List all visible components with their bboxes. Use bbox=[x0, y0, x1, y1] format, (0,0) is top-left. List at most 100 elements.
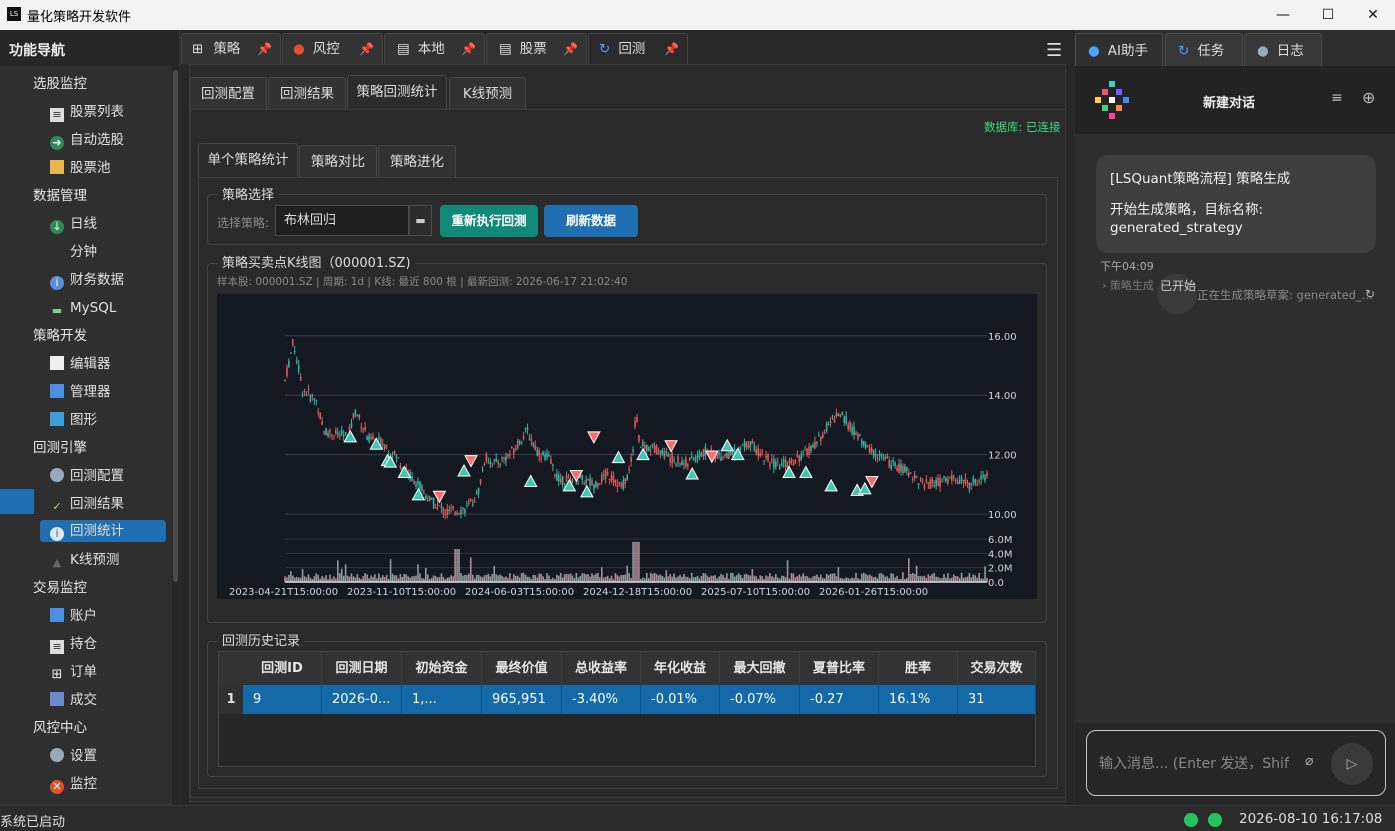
tab-single-strategy[interactable]: 单个策略统计 bbox=[198, 143, 298, 177]
volume-bar bbox=[720, 573, 722, 582]
chat-input[interactable]: 输入消息... (Enter 发送，Shift+Enter 换行) ⌀ ▷ bbox=[1086, 730, 1386, 796]
strategy-combo-dropdown[interactable]: ▬ bbox=[409, 205, 432, 236]
nav-group-backtest-engine[interactable]: 回测引擎 bbox=[33, 437, 87, 459]
tab-stocks[interactable]: ▤ 股票 📌 bbox=[486, 33, 587, 64]
tab-backtest-results[interactable]: 回测结果 bbox=[268, 77, 346, 109]
nav-item-manager[interactable]: 管理器 bbox=[50, 381, 111, 403]
tab-kline-forecast[interactable]: K线预测 bbox=[449, 77, 526, 109]
nav-item-kline-forecast[interactable]: ▲ K线预测 bbox=[50, 549, 120, 571]
nav-group-strategy-dev[interactable]: 策略开发 bbox=[33, 325, 87, 347]
new-chat-icon[interactable]: ⊕ bbox=[1362, 88, 1375, 107]
col-header[interactable]: 回测ID bbox=[243, 652, 322, 685]
nav-scrollbar-thumb[interactable] bbox=[173, 70, 178, 582]
refresh-data-button[interactable]: 刷新数据 bbox=[544, 205, 638, 237]
nav-item-positions[interactable]: ≡ 持仓 bbox=[50, 633, 97, 655]
candle-body bbox=[552, 464, 554, 467]
pin-icon[interactable]: 📌 bbox=[359, 34, 374, 64]
nav-item-account[interactable]: 账户 bbox=[50, 605, 97, 627]
tab-log[interactable]: ● 日志 bbox=[1244, 33, 1322, 67]
table-cell[interactable]: 31 bbox=[958, 685, 1036, 714]
table-cell[interactable]: -0.27 bbox=[800, 685, 879, 714]
nav-item-orders[interactable]: ⊞ 订单 bbox=[50, 661, 97, 683]
col-header[interactable]: 夏普比率 bbox=[800, 652, 879, 685]
volume-bar bbox=[338, 573, 341, 582]
pin-icon[interactable]: 📌 bbox=[664, 34, 679, 64]
candle-body bbox=[841, 411, 844, 416]
strategy-combo[interactable]: 布林回归 bbox=[275, 205, 409, 236]
table-cell[interactable]: 2026-0... bbox=[322, 685, 402, 714]
send-button[interactable]: ▷ bbox=[1331, 743, 1373, 785]
table-cell[interactable]: 965,951 bbox=[482, 685, 562, 714]
table-cell[interactable]: -0.01% bbox=[641, 685, 720, 714]
tab-local[interactable]: ▤ 本地 📌 bbox=[384, 33, 485, 64]
col-header[interactable]: 最终价值 bbox=[482, 652, 562, 685]
col-header[interactable]: 年化收益 bbox=[641, 652, 720, 685]
candle-body bbox=[413, 480, 415, 485]
nav-item-risk-monitor[interactable]: ✕ 监控 bbox=[50, 773, 97, 795]
col-header[interactable]: 总收益率 bbox=[562, 652, 641, 685]
assistant-message: [LSQuant策略流程] 策略生成 开始生成策略，目标名称: generate… bbox=[1096, 155, 1376, 253]
nav-item-backtest-results[interactable]: ✓ 回测结果 bbox=[50, 493, 124, 515]
col-header[interactable]: 回测日期 bbox=[322, 652, 402, 685]
kline-chart[interactable]: 16.00 14.00 12.00 10.00 6.0M 4.0M 2.0M 0.0 2023-… bbox=[217, 294, 1037, 599]
candle-body bbox=[765, 455, 767, 458]
tab-tasks[interactable]: ↻ 任务 bbox=[1165, 33, 1243, 67]
close-button[interactable]: ✕ bbox=[1350, 0, 1395, 30]
candle-body bbox=[626, 474, 629, 481]
attach-icon[interactable]: ⌀ bbox=[1305, 753, 1313, 769]
pin-icon[interactable]: 📌 bbox=[563, 34, 578, 64]
table-cell[interactable]: 16.1% bbox=[879, 685, 958, 714]
nav-item-minute[interactable]: 分钟 bbox=[50, 241, 97, 263]
nav-item-backtest-config[interactable]: 回测配置 bbox=[50, 465, 124, 487]
volume-bar bbox=[956, 576, 959, 582]
nav-item-graphics[interactable]: 图形 bbox=[50, 409, 97, 431]
tab-strategy-evolution[interactable]: 策略进化 bbox=[378, 145, 456, 177]
nav-group-risk-center[interactable]: 风控中心 bbox=[33, 717, 87, 739]
nav-group-trade-monitor[interactable]: 交易监控 bbox=[33, 577, 87, 599]
tab-strategy-compare[interactable]: 策略对比 bbox=[299, 145, 377, 177]
row-header[interactable]: 1 bbox=[219, 685, 243, 714]
nav-item-auto-select[interactable]: ➜ 自动选股 bbox=[50, 129, 124, 151]
nav-item-financial[interactable]: i 财务数据 bbox=[50, 269, 124, 291]
pin-icon[interactable]: 📌 bbox=[257, 34, 272, 64]
nav-item-editor[interactable]: 编辑器 bbox=[50, 353, 111, 375]
col-header[interactable]: 交易次数 bbox=[958, 652, 1036, 685]
col-header[interactable]: 胜率 bbox=[879, 652, 958, 685]
table-cell[interactable]: -0.07% bbox=[720, 685, 800, 714]
col-header[interactable]: 初始资金 bbox=[402, 652, 482, 685]
col-header[interactable]: 最大回撤 bbox=[720, 652, 800, 685]
maximize-button[interactable]: ☐ bbox=[1305, 0, 1351, 30]
tab-backtest-config[interactable]: 回测配置 bbox=[189, 77, 267, 109]
minimize-button[interactable]: — bbox=[1260, 0, 1306, 30]
table-cell[interactable]: 9 bbox=[243, 685, 322, 714]
tab-risk[interactable]: ● 风控 📌 bbox=[282, 33, 383, 64]
history-list-icon[interactable]: ≡ bbox=[1331, 90, 1343, 106]
nav-group-data-management[interactable]: 数据管理 bbox=[33, 185, 87, 207]
table-cell[interactable]: 1,... bbox=[402, 685, 482, 714]
volume-bar bbox=[466, 574, 468, 582]
nav-item-fills[interactable]: 成交 bbox=[50, 689, 97, 711]
volume-bar bbox=[585, 574, 587, 582]
nav-group-stock-monitor[interactable]: 选股监控 bbox=[33, 73, 87, 95]
pin-icon[interactable]: 📌 bbox=[461, 34, 476, 64]
rerun-backtest-button[interactable]: 重新执行回测 bbox=[440, 205, 538, 237]
nav-item-risk-settings[interactable]: 设置 bbox=[50, 745, 97, 767]
volume-bar bbox=[292, 575, 294, 582]
menu-icon[interactable]: ☰ bbox=[1046, 40, 1062, 61]
nav-item-stock-list[interactable]: ≡ 股票列表 bbox=[50, 101, 124, 123]
step-label[interactable]: › 策略生成 bbox=[1102, 277, 1154, 293]
table-cell[interactable]: -3.40% bbox=[562, 685, 641, 714]
tab-strategy[interactable]: ⊞ 策略 📌 bbox=[181, 33, 281, 64]
nav-item-daily[interactable]: ↓ 日线 bbox=[50, 213, 97, 235]
candle-body bbox=[575, 482, 578, 484]
candle-body bbox=[389, 454, 392, 456]
nav-item-backtest-stats[interactable]: i 回测统计 bbox=[40, 520, 166, 542]
candle-body bbox=[610, 474, 613, 481]
tab-strategy-stats[interactable]: 策略回测统计 bbox=[347, 75, 447, 109]
nav-item-stock-pool[interactable]: 股票池 bbox=[50, 157, 111, 179]
nav-item-mysql[interactable]: ▬ MySQL bbox=[50, 297, 117, 319]
volume-bar bbox=[624, 574, 627, 582]
tab-ai-assistant[interactable]: ● AI助手 bbox=[1075, 33, 1163, 67]
tab-backtest[interactable]: ↻ 回测 📌 bbox=[588, 33, 688, 64]
volume-bar bbox=[364, 573, 366, 582]
